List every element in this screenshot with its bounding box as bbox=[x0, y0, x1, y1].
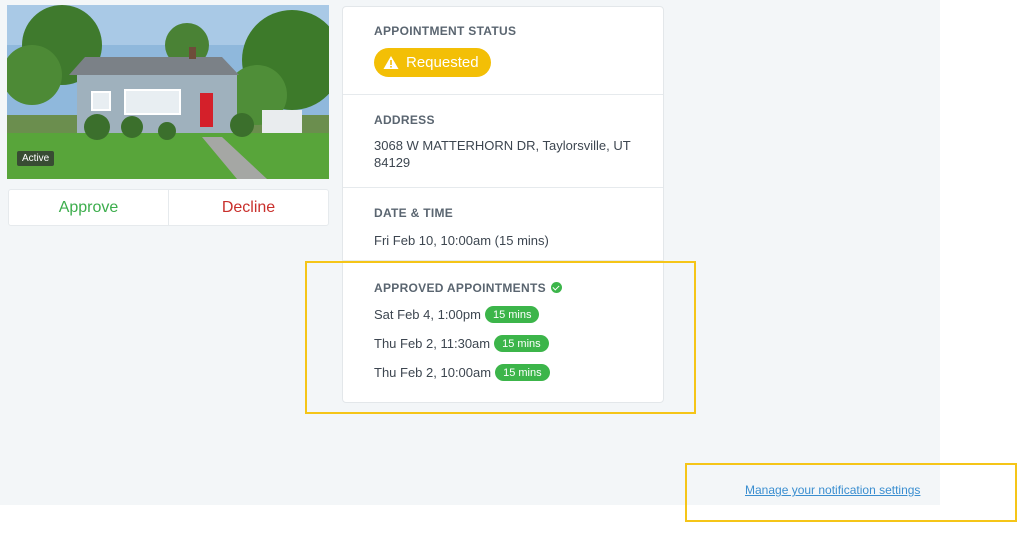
date-time-value: Fri Feb 10, 10:00am (15 mins) bbox=[374, 233, 549, 248]
approved-appointments-title: APPROVED APPOINTMENTS bbox=[374, 281, 546, 295]
approved-appointment-item: Sat Feb 4, 1:00pm 15 mins bbox=[374, 306, 540, 323]
duration-badge: 15 mins bbox=[484, 306, 540, 323]
duration-badge: 15 mins bbox=[494, 335, 549, 352]
date-time-section: DATE & TIME Fri Feb 10, 10:00am (15 mins… bbox=[343, 188, 663, 261]
approve-button[interactable]: Approve bbox=[9, 190, 168, 225]
appointment-time: Sat Feb 4, 1:00pm bbox=[374, 307, 481, 322]
appointment-details-card: APPOINTMENT STATUS Requested ADDRESS 306… bbox=[342, 6, 664, 403]
house-image bbox=[7, 5, 329, 179]
property-photo: Active bbox=[7, 5, 329, 179]
status-badge-text: Requested bbox=[406, 54, 479, 71]
approved-appointment-item: Thu Feb 2, 10:00am 15 mins bbox=[374, 364, 550, 381]
appointment-time: Thu Feb 2, 10:00am bbox=[374, 365, 492, 380]
request-actions: Approve Decline bbox=[8, 189, 329, 226]
approved-appointments-section: APPROVED APPOINTMENTS Sat Feb 4, 1:00pm … bbox=[343, 261, 663, 402]
warning-triangle-icon bbox=[383, 56, 399, 69]
address-label: ADDRESS bbox=[374, 113, 435, 127]
duration-badge: 15 mins bbox=[495, 364, 550, 381]
status-badge: Requested bbox=[374, 48, 491, 77]
approved-appointment-item: Thu Feb 2, 11:30am 15 mins bbox=[374, 335, 549, 352]
appointment-status-section: APPOINTMENT STATUS Requested bbox=[343, 7, 663, 95]
date-time-label: DATE & TIME bbox=[374, 206, 454, 220]
appointment-time: Thu Feb 2, 11:30am bbox=[374, 336, 491, 351]
approved-appointments-label: APPROVED APPOINTMENTS bbox=[374, 281, 562, 295]
check-circle-icon bbox=[550, 282, 562, 293]
appointment-status-label: APPOINTMENT STATUS bbox=[374, 24, 517, 38]
address-section: ADDRESS 3068 W MATTERHORN DR, Taylorsvil… bbox=[343, 95, 663, 188]
address-line-2: 84129 bbox=[374, 155, 411, 170]
listing-status-tag: Active bbox=[17, 151, 55, 166]
address-line-1: 3068 W MATTERHORN DR, Taylorsville, UT bbox=[374, 138, 631, 153]
manage-notifications-link[interactable]: Manage your notification settings bbox=[745, 483, 920, 497]
decline-button[interactable]: Decline bbox=[168, 190, 328, 225]
